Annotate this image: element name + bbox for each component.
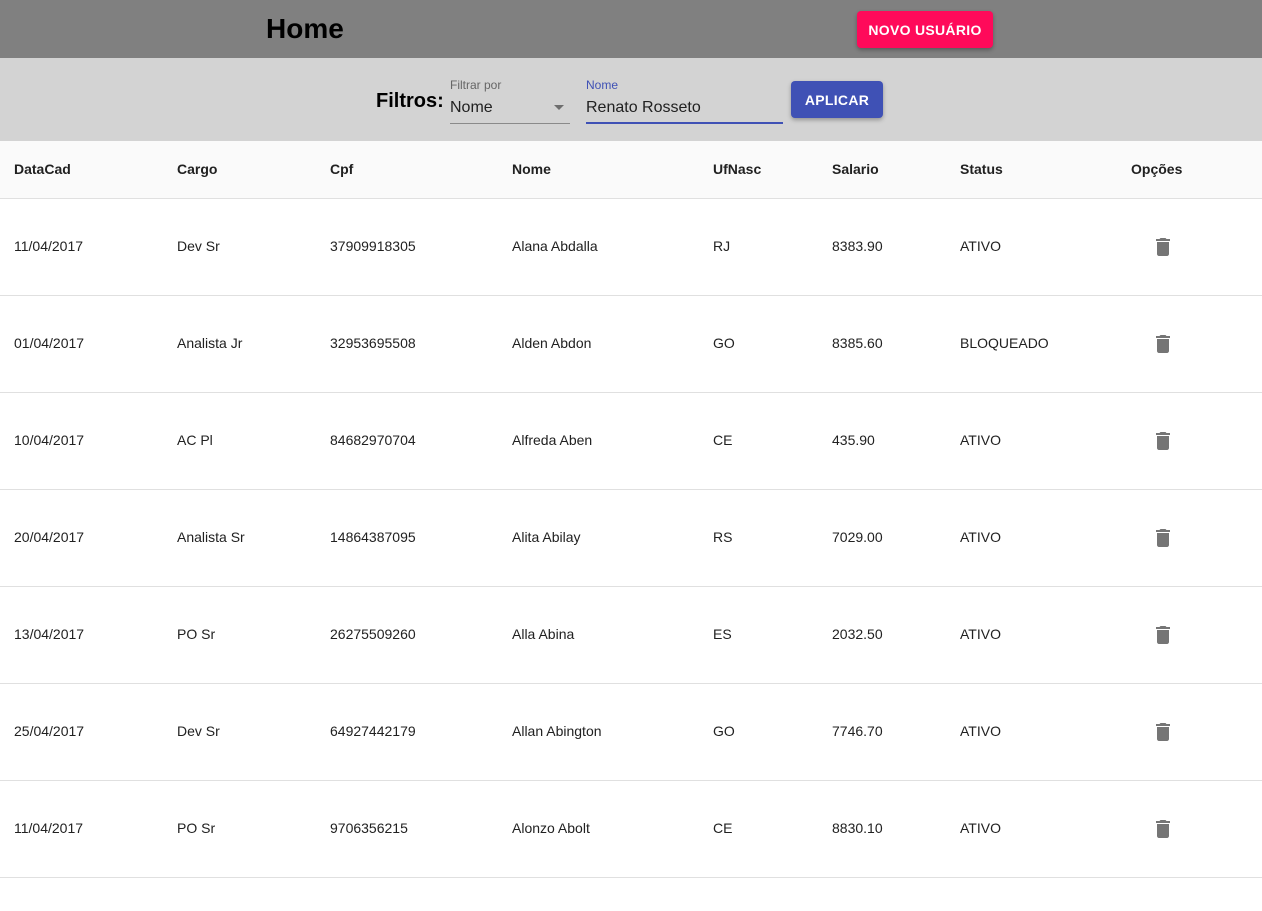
column-header-status[interactable]: Status — [960, 161, 1003, 177]
column-header-ufnasc[interactable]: UfNasc — [713, 161, 761, 177]
column-header-cpf[interactable]: Cpf — [330, 161, 353, 177]
delete-row-button[interactable] — [1151, 623, 1175, 647]
cell-cpf: 14864387095 — [330, 529, 416, 545]
trash-icon — [1156, 238, 1170, 256]
cell-ufnasc: CE — [713, 432, 733, 448]
cell-nome: Alana Abdalla — [512, 238, 598, 254]
table-row[interactable]: 13/04/2017 PO Sr 26275509260 Alla Abina ES 20… — [0, 587, 1262, 684]
cell-datacad: 11/04/2017 — [14, 820, 84, 836]
cell-salario: 7746.70 — [832, 723, 883, 739]
cell-datacad: 11/04/2017 — [14, 238, 84, 254]
cell-status: ATIVO — [960, 723, 1001, 739]
trash-icon — [1156, 529, 1170, 547]
trash-icon — [1156, 723, 1170, 741]
apply-button[interactable]: APLICAR — [791, 81, 883, 118]
cell-ufnasc: GO — [713, 723, 735, 739]
name-filter-label: Nome — [586, 78, 619, 92]
cell-cargo: AC Pl — [177, 432, 213, 448]
cell-cargo: PO Sr — [177, 820, 216, 836]
table-body: 11/04/2017 Dev Sr 37909918305 Alana Abdalla… — [0, 199, 1262, 878]
delete-row-button[interactable] — [1151, 817, 1175, 841]
cell-salario: 435.90 — [832, 432, 875, 448]
column-header-nome[interactable]: Nome — [512, 161, 551, 177]
table-row[interactable]: 20/04/2017 Analista Sr 14864387095 Alita Ab… — [0, 490, 1262, 587]
cell-nome: Alden Abdon — [512, 335, 592, 351]
cell-cargo: Analista Sr — [177, 529, 245, 545]
users-table: DataCad Cargo Cpf Nome UfNasc Salario St… — [0, 141, 1262, 878]
cell-ufnasc: GO — [713, 335, 735, 351]
cell-ufnasc: ES — [713, 626, 732, 642]
cell-datacad: 10/04/2017 — [14, 432, 85, 448]
cell-cargo: Dev Sr — [177, 238, 220, 254]
filter-by-label: Filtrar por — [450, 78, 502, 92]
cell-cargo: Dev Sr — [177, 723, 220, 739]
cell-salario: 2032.50 — [832, 626, 883, 642]
cell-cargo: PO Sr — [177, 626, 216, 642]
cell-ufnasc: RS — [713, 529, 733, 545]
cell-cpf: 32953695508 — [330, 335, 416, 351]
cell-status: ATIVO — [960, 626, 1001, 642]
cell-cargo: Analista Jr — [177, 335, 243, 351]
trash-icon — [1156, 626, 1170, 644]
delete-row-button[interactable] — [1151, 526, 1175, 550]
select-underline — [450, 123, 570, 124]
cell-salario: 8385.60 — [832, 335, 883, 351]
page-title: Home — [266, 13, 344, 44]
cell-status: ATIVO — [960, 820, 1001, 836]
column-header-cargo[interactable]: Cargo — [177, 161, 217, 177]
name-filter-input[interactable] — [586, 96, 783, 120]
cell-nome: Alla Abina — [512, 626, 575, 642]
cell-ufnasc: CE — [713, 820, 733, 836]
name-filter-field: Nome — [586, 76, 783, 124]
filter-by-select[interactable]: Filtrar por Nome — [450, 76, 570, 124]
column-header-datacad[interactable]: DataCad — [14, 161, 71, 177]
column-header-salario[interactable]: Salario — [832, 161, 879, 177]
cell-salario: 8830.10 — [832, 820, 883, 836]
new-user-button[interactable]: NOVO USUÁRIO — [857, 11, 993, 48]
trash-icon — [1156, 335, 1170, 353]
cell-datacad: 20/04/2017 — [14, 529, 85, 545]
table-header-row: DataCad Cargo Cpf Nome UfNasc Salario St… — [0, 141, 1262, 199]
table-row[interactable]: 11/04/2017 Dev Sr 37909918305 Alana Abdalla… — [0, 199, 1262, 296]
delete-row-button[interactable] — [1151, 332, 1175, 356]
cell-nome: Alonzo Abolt — [512, 820, 590, 836]
table-row[interactable]: 25/04/2017 Dev Sr 64927442179 Allan Abingto… — [0, 684, 1262, 781]
cell-datacad: 13/04/2017 — [14, 626, 85, 642]
cell-cpf: 37909918305 — [330, 238, 416, 254]
filter-by-value: Nome — [450, 99, 493, 116]
cell-salario: 7029.00 — [832, 529, 883, 545]
delete-row-button[interactable] — [1151, 235, 1175, 259]
cell-cpf: 64927442179 — [330, 723, 416, 739]
trash-icon — [1156, 432, 1170, 450]
cell-cpf: 26275509260 — [330, 626, 416, 642]
cell-datacad: 25/04/2017 — [14, 723, 85, 739]
app-header: Home NOVO USUÁRIO — [0, 0, 1262, 58]
cell-datacad: 01/04/2017 — [14, 335, 85, 351]
cell-cpf: 9706356215 — [330, 820, 408, 836]
dropdown-arrow-icon[interactable] — [554, 105, 564, 110]
cell-nome: Alita Abilay — [512, 529, 581, 545]
cell-status: ATIVO — [960, 529, 1001, 545]
delete-row-button[interactable] — [1151, 429, 1175, 453]
table-row[interactable]: 10/04/2017 AC Pl 84682970704 Alfreda Aben CE… — [0, 393, 1262, 490]
cell-status: ATIVO — [960, 432, 1001, 448]
input-underline — [586, 122, 783, 124]
cell-nome: Allan Abington — [512, 723, 602, 739]
trash-icon — [1156, 820, 1170, 838]
filters-label: Filtros: — [376, 90, 444, 112]
cell-cpf: 84682970704 — [330, 432, 416, 448]
cell-status: ATIVO — [960, 238, 1001, 254]
cell-status: BLOQUEADO — [960, 335, 1049, 351]
column-header-opcoes: Opções — [1131, 161, 1183, 177]
cell-salario: 8383.90 — [832, 238, 883, 254]
table-row[interactable]: 01/04/2017 Analista Jr 32953695508 Alden Ab… — [0, 296, 1262, 393]
table-row[interactable]: 11/04/2017 PO Sr 9706356215 Alonzo Abolt CE 8… — [0, 781, 1262, 878]
cell-ufnasc: RJ — [713, 238, 731, 254]
cell-nome: Alfreda Aben — [512, 432, 593, 448]
delete-row-button[interactable] — [1151, 720, 1175, 744]
